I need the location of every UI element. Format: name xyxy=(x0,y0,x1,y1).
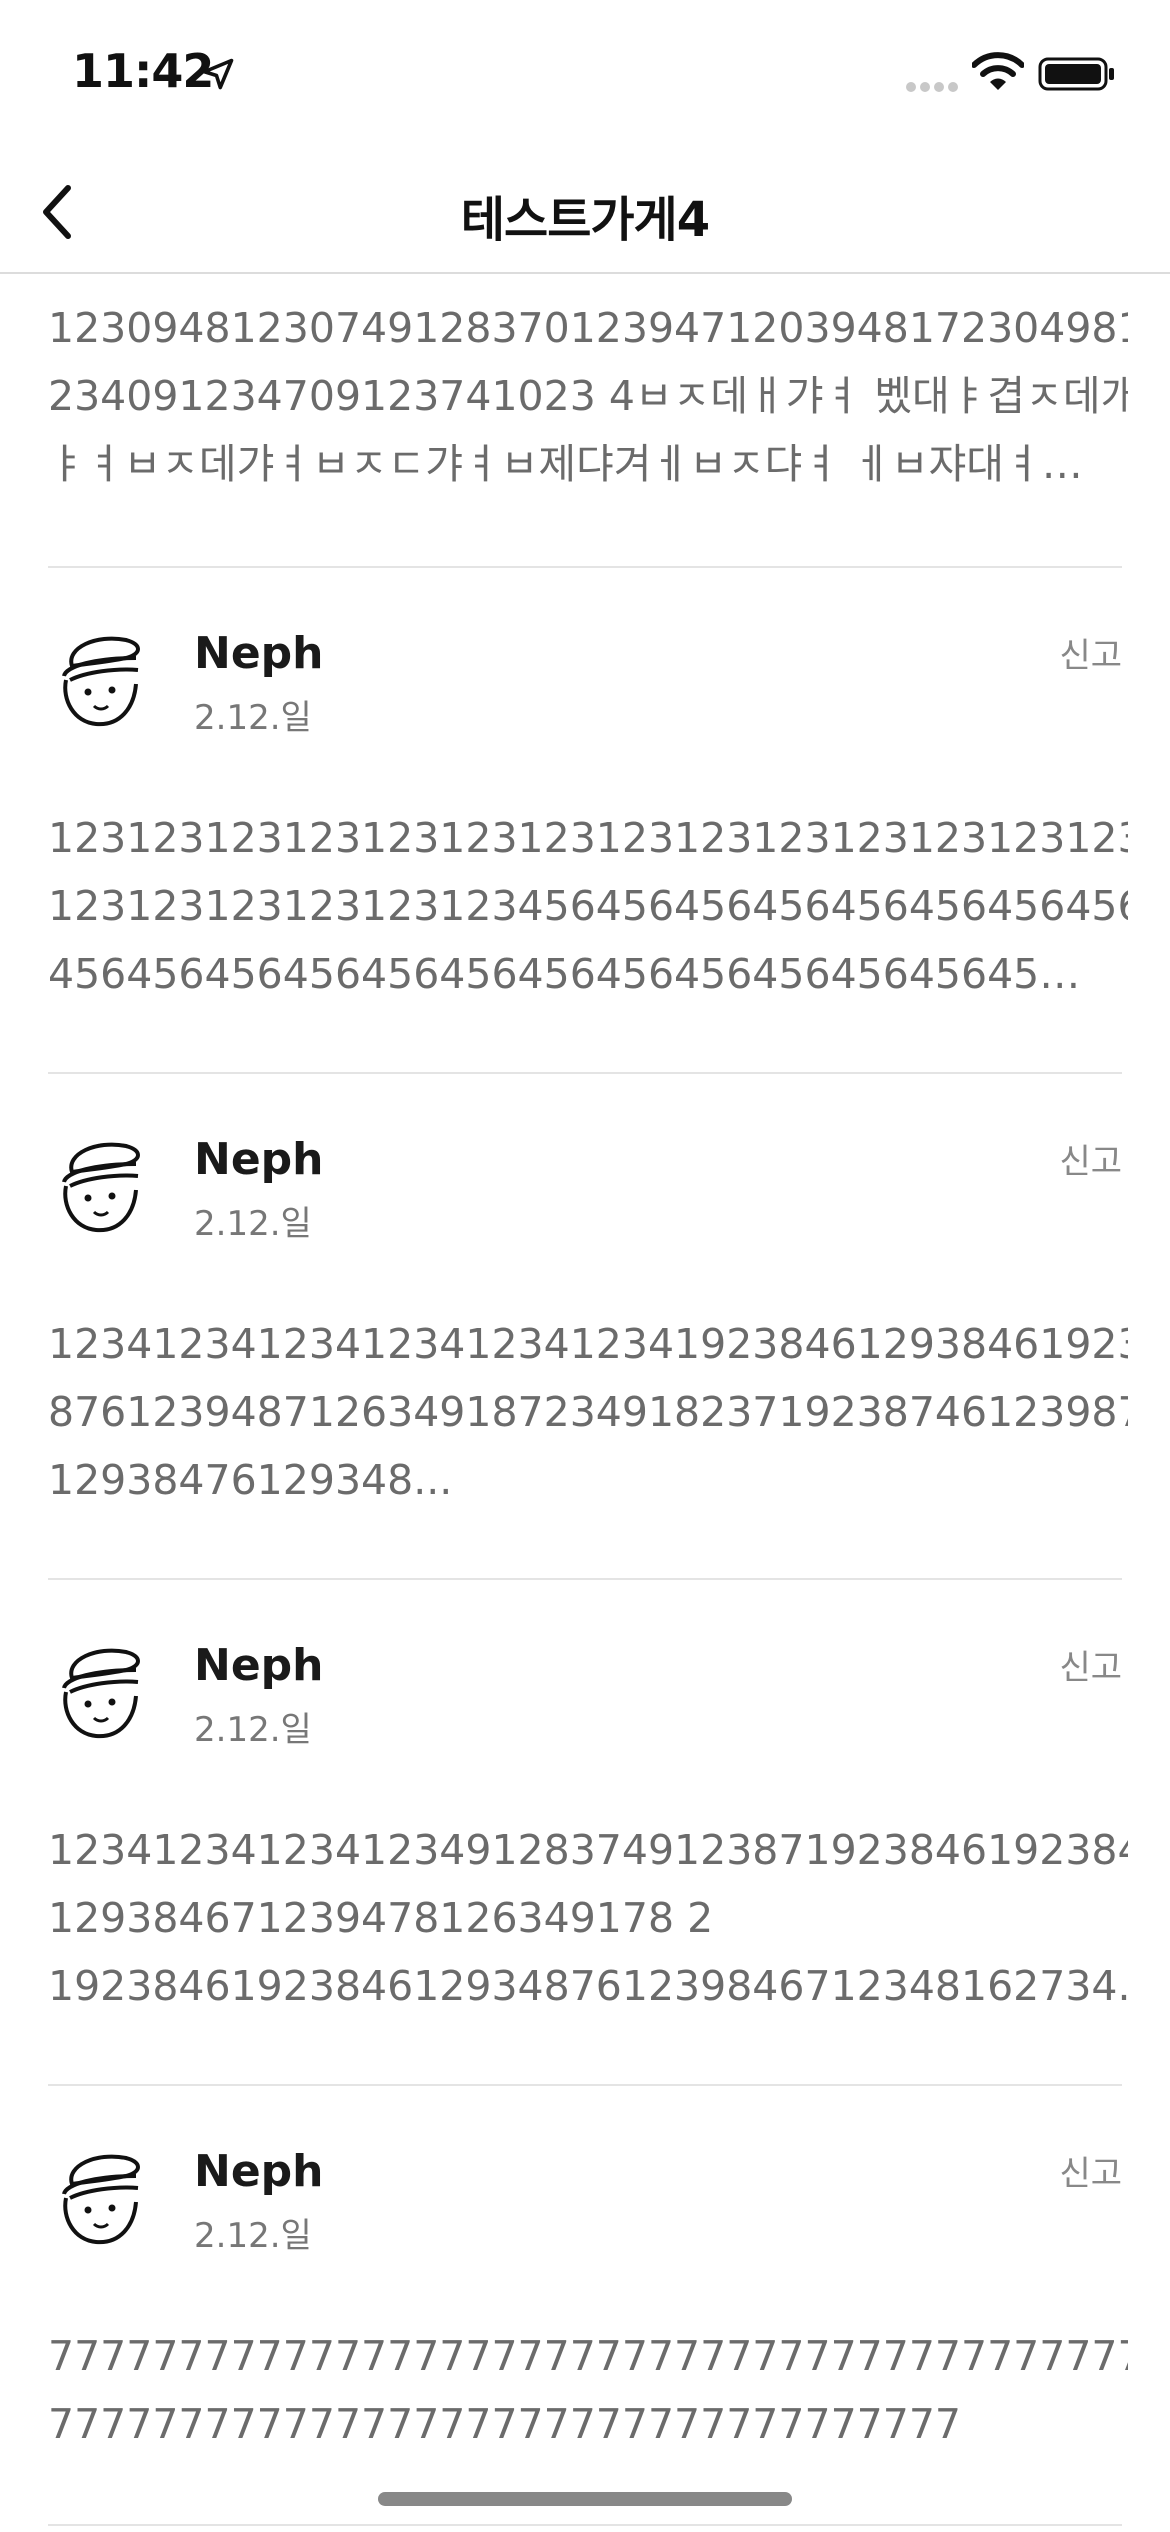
review-body[interactable]: 1231231231231231231231231231231231231231… xyxy=(48,804,1128,1008)
review-body-line: 45645645645645645645645645645645645645… xyxy=(48,950,1081,998)
status-bar: 11:42 xyxy=(0,0,1170,150)
divider xyxy=(48,2524,1122,2526)
review-item: Neph 2.12.일 신고 7777777777777777777777777… xyxy=(0,2086,1170,2532)
review-body-line: ㅑㅕㅂㅈ데갸ㅕㅂㅈㄷ갸ㅕㅂ제댜겨ㅔㅂㅈ댜ㅕ ㅔㅂ쟈대ㅕ… xyxy=(48,440,1083,488)
page-title: 테스트가게4 xyxy=(460,192,710,248)
home-indicator[interactable] xyxy=(378,2492,792,2506)
review-date: 2.12.일 xyxy=(194,2216,312,2256)
review-body[interactable]: 1230948123074912837012394712039481723049… xyxy=(48,294,1128,498)
review-body-line: 1231231231231231234564564564564564564564… xyxy=(48,882,1128,930)
review-body-line: 1231231231231231231231231231231231231231… xyxy=(48,814,1128,862)
review-item: Neph 2.12.일 신고 1231231231231231231231231… xyxy=(0,568,1170,1074)
review-body[interactable]: 1234123412341234912837491238719238461923… xyxy=(48,1816,1128,2020)
review-body-line: 234091234709123741023 4ㅂㅈ데ㅐ갸ㅕ 벴대ㅑ겹ㅈ데개 xyxy=(48,372,1128,420)
avatar xyxy=(62,636,140,727)
report-button[interactable]: 신고 xyxy=(1059,2146,1122,2195)
review-body-line: 8761239487126349187234918237192387461239… xyxy=(48,1388,1128,1436)
avatar xyxy=(62,2154,140,2245)
review-item: Neph 2.12.일 신고 1234123412341234123412341… xyxy=(0,1074,1170,1580)
location-arrow-icon xyxy=(202,58,234,90)
review-feed[interactable]: 1230948123074912837012394712039481723049… xyxy=(0,276,1170,2532)
wifi-icon xyxy=(972,52,1024,90)
review-author: Neph xyxy=(194,1134,324,1185)
nav-bar: 테스트가게4 xyxy=(0,150,1170,274)
review-date: 2.12.일 xyxy=(194,1204,312,1244)
review-author: Neph xyxy=(194,2146,324,2197)
cellular-signal-icon xyxy=(906,82,958,92)
review-body[interactable]: 7777777777777777777777777777777777777777… xyxy=(48,2322,1128,2458)
review-body-line: 1230948123074912837012394712039481723049… xyxy=(48,304,1128,352)
review-body-line: 77777777777777777777777777777777777 xyxy=(48,2400,961,2448)
review-author: Neph xyxy=(194,1640,324,1691)
review-body-line: 1234123412341234123412341923846129384619… xyxy=(48,1320,1128,1368)
report-button[interactable]: 신고 xyxy=(1059,1134,1122,1183)
review-date: 2.12.일 xyxy=(194,1710,312,1750)
review-body-line: 1923846192384612934876123984671234816273… xyxy=(48,1962,1128,2010)
avatar xyxy=(62,1648,140,1739)
review-body[interactable]: 1234123412341234123412341923846129384619… xyxy=(48,1310,1128,1514)
review-body-line: 129384671239478126349178 2 xyxy=(48,1894,714,1942)
review-body-line: 12938476129348... xyxy=(48,1456,453,1504)
battery-icon xyxy=(1038,57,1114,91)
report-button[interactable]: 신고 xyxy=(1059,628,1122,677)
review-body-line: 7777777777777777777777777777777777777777… xyxy=(48,2332,1128,2380)
review-item: Neph 2.12.일 신고 1234123412341234912837491… xyxy=(0,1580,1170,2086)
avatar xyxy=(62,1142,140,1233)
review-author: Neph xyxy=(194,628,324,679)
review-date: 2.12.일 xyxy=(194,698,312,738)
status-time: 11:42 xyxy=(72,44,214,98)
report-button[interactable]: 신고 xyxy=(1059,1640,1122,1689)
review-body-line: 1234123412341234912837491238719238461923… xyxy=(48,1826,1128,1874)
